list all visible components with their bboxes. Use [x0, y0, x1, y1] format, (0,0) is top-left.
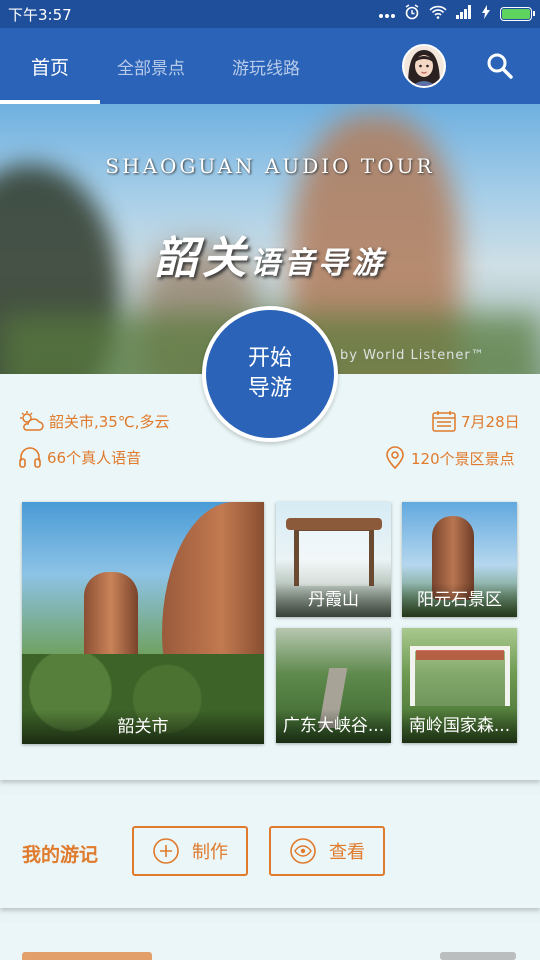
battery-icon: [500, 7, 535, 21]
tile-guangdong-gorge[interactable]: 广东大峡谷...: [276, 628, 391, 743]
sign-shape: [416, 650, 504, 660]
tab-tour-routes[interactable]: 游玩线路: [202, 28, 330, 104]
search-icon: [487, 53, 513, 79]
section-heading-cut: [22, 952, 152, 960]
calendar-icon: [432, 411, 456, 432]
banner-credit: by World Listener™: [340, 348, 485, 363]
tile-caption: 阳元石景区: [402, 583, 517, 617]
tile-shaoguan[interactable]: 韶关市: [22, 502, 264, 744]
search-button[interactable]: [484, 50, 516, 82]
tile-caption: 丹霞山: [276, 583, 391, 617]
tile-danxiashan[interactable]: 丹霞山: [276, 502, 391, 617]
avatar-portrait-icon: [404, 46, 444, 86]
spots-text: 120个景区景点: [411, 449, 515, 468]
tab-home[interactable]: 首页: [0, 28, 100, 104]
my-journal-section: 我的游记 制作 查看: [0, 794, 540, 908]
user-avatar[interactable]: [402, 44, 446, 88]
tile-nanling-forest[interactable]: 南岭国家森...: [402, 628, 517, 743]
create-journal-button[interactable]: 制作: [132, 826, 248, 876]
status-time: 下午3:57: [8, 5, 72, 24]
tile-caption: 广东大峡谷...: [276, 709, 391, 743]
tile-yangyuanshi[interactable]: 阳元石景区: [402, 502, 517, 617]
start-tour-button[interactable]: 开始 导游: [202, 306, 338, 442]
plus-circle-icon: [153, 838, 179, 864]
voices-text: 66个真人语音: [47, 448, 142, 467]
weather-info: 韶关市,35℃,多云: [18, 410, 169, 432]
voices-info: 66个真人语音: [18, 446, 141, 468]
charging-icon: [481, 5, 491, 23]
gate-shape: [294, 526, 374, 586]
my-journal-label: 我的游记: [22, 844, 99, 866]
spots-info: 120个景区景点: [384, 446, 515, 470]
wifi-icon: [429, 5, 447, 23]
weather-icon: [20, 411, 44, 431]
eye-icon: [290, 838, 316, 864]
more-icon: [379, 5, 395, 23]
tab-all-spots[interactable]: 全部景点: [100, 28, 202, 104]
next-section-partial: [0, 922, 540, 960]
location-pin-icon: [386, 446, 404, 470]
weather-text: 韶关市,35℃,多云: [49, 412, 170, 431]
view-journal-label: 查看: [329, 842, 365, 863]
alarm-icon: [404, 4, 420, 24]
tile-caption: 韶关市: [22, 710, 264, 744]
banner-title-rest: 语音导游: [250, 246, 386, 281]
banner-subtitle: SHAOGUAN AUDIO TOUR: [105, 154, 435, 178]
banner-title-main: 韶关: [154, 233, 250, 284]
start-tour-line2: 导游: [247, 376, 292, 401]
banner-title: 韶关语音导游: [0, 222, 540, 286]
top-navigation: 首页 全部景点 游玩线路: [0, 28, 540, 104]
section-link-cut[interactable]: [440, 952, 516, 960]
tile-caption: 南岭国家森...: [402, 709, 517, 743]
status-icons: [379, 4, 535, 24]
headphones-icon: [19, 447, 41, 468]
status-bar: 下午3:57: [0, 0, 540, 28]
create-journal-label: 制作: [192, 842, 228, 863]
date-text: 7月28日: [461, 412, 520, 431]
date-info: 7月28日: [432, 410, 520, 432]
signal-icon: [456, 5, 472, 23]
gate-roof-shape: [286, 518, 382, 530]
start-tour-line1: 开始: [247, 346, 292, 371]
view-journal-button[interactable]: 查看: [269, 826, 385, 876]
